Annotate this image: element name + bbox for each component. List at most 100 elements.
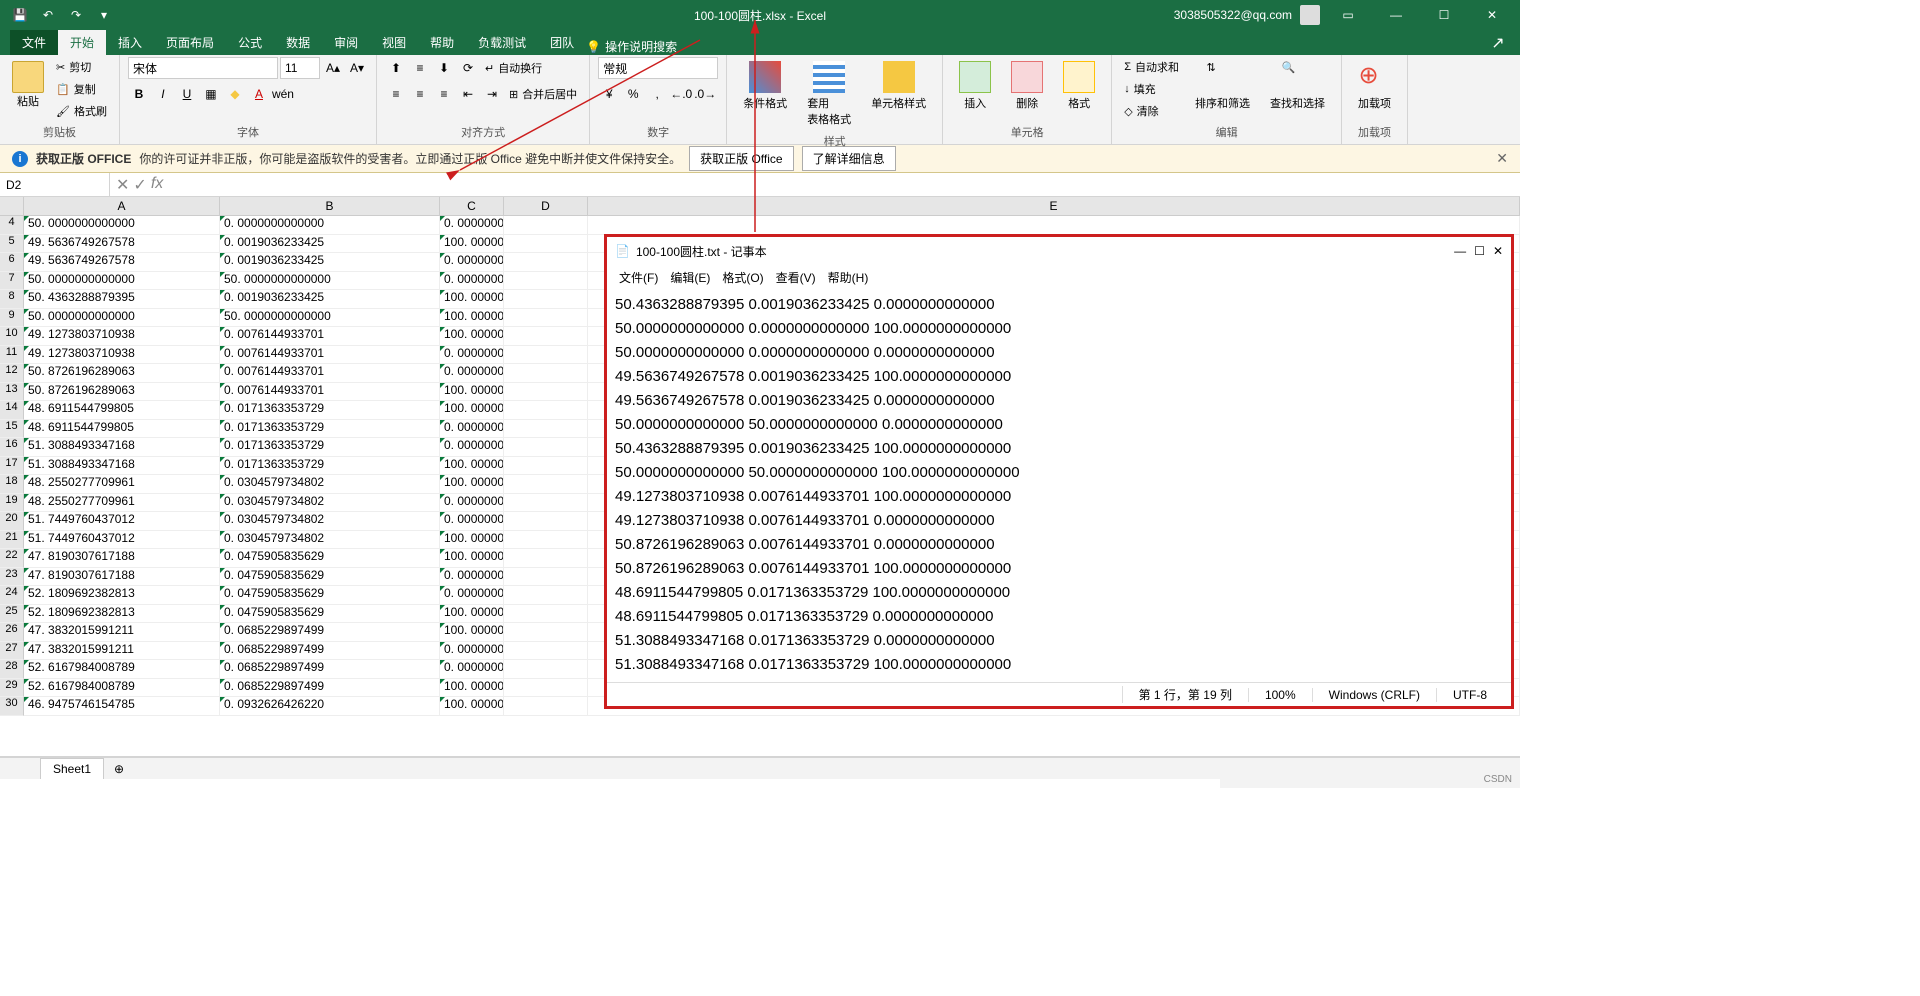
- addin-button[interactable]: ⊕加载项: [1350, 57, 1399, 115]
- sort-filter-button[interactable]: ⇅排序和筛选: [1187, 57, 1258, 115]
- cell[interactable]: [504, 475, 588, 494]
- np-maximize-icon[interactable]: ☐: [1474, 244, 1485, 258]
- clear-button[interactable]: ◇清除: [1120, 101, 1183, 121]
- cell[interactable]: 52. 6167984008789: [24, 660, 220, 679]
- tab-home[interactable]: 开始: [58, 30, 106, 55]
- avatar-icon[interactable]: [1300, 5, 1320, 25]
- notepad-title-bar[interactable]: 📄 100-100圆柱.txt - 记事本 — ☐ ✕: [607, 237, 1511, 265]
- row-header[interactable]: 18: [0, 475, 24, 494]
- tab-view[interactable]: 视图: [370, 30, 418, 55]
- cell[interactable]: [504, 623, 588, 642]
- cell[interactable]: 0. 0000000000000: [440, 253, 504, 272]
- row-header[interactable]: 11: [0, 346, 24, 365]
- cell[interactable]: 51. 7449760437012: [24, 531, 220, 550]
- col-header[interactable]: A: [24, 197, 220, 216]
- decrease-font-icon[interactable]: A▾: [346, 57, 368, 79]
- np-minimize-icon[interactable]: —: [1454, 244, 1466, 258]
- cell[interactable]: 0. 0000000000000: [440, 216, 504, 235]
- cell[interactable]: 50. 0000000000000: [220, 272, 440, 291]
- row-header[interactable]: 19: [0, 494, 24, 513]
- cell[interactable]: [504, 531, 588, 550]
- cell[interactable]: 0. 0000000000000: [440, 364, 504, 383]
- cell[interactable]: 49. 5636749267578: [24, 235, 220, 254]
- cell[interactable]: [504, 253, 588, 272]
- cell[interactable]: 47. 3832015991211: [24, 642, 220, 661]
- cell[interactable]: 51. 7449760437012: [24, 512, 220, 531]
- cell[interactable]: 0. 0000000000000: [440, 642, 504, 661]
- cell[interactable]: 50. 8726196289063: [24, 383, 220, 402]
- cell[interactable]: 0. 0171363353729: [220, 457, 440, 476]
- increase-font-icon[interactable]: A▴: [322, 57, 344, 79]
- row-header[interactable]: 15: [0, 420, 24, 439]
- tell-me-search[interactable]: 💡 操作说明搜索: [586, 38, 677, 55]
- indent-inc-icon[interactable]: ⇥: [481, 83, 503, 105]
- notepad-content[interactable]: 50.4363288879395 0.0019036233425 0.00000…: [607, 289, 1511, 682]
- row-header[interactable]: 27: [0, 642, 24, 661]
- cell[interactable]: [504, 679, 588, 698]
- font-color-button[interactable]: A: [248, 83, 270, 105]
- cell[interactable]: 0. 0304579734802: [220, 531, 440, 550]
- cell[interactable]: [504, 364, 588, 383]
- copy-button[interactable]: 📋复制: [52, 79, 111, 99]
- row-header[interactable]: 14: [0, 401, 24, 420]
- row-header[interactable]: 28: [0, 660, 24, 679]
- find-button[interactable]: 🔍查找和选择: [1262, 57, 1333, 115]
- cell[interactable]: 0. 0475905835629: [220, 605, 440, 624]
- row-header[interactable]: 29: [0, 679, 24, 698]
- cell[interactable]: 47. 8190307617188: [24, 568, 220, 587]
- new-sheet-button[interactable]: ⊕: [104, 762, 134, 776]
- cell[interactable]: 48. 2550277709961: [24, 494, 220, 513]
- cell[interactable]: [504, 420, 588, 439]
- phonetic-button[interactable]: wén: [272, 83, 294, 105]
- sheet-tab-1[interactable]: Sheet1: [40, 758, 104, 779]
- col-header[interactable]: E: [588, 197, 1520, 216]
- row-header[interactable]: 10: [0, 327, 24, 346]
- cancel-formula-icon[interactable]: ✕: [116, 175, 129, 195]
- percent-icon[interactable]: %: [622, 83, 644, 105]
- cell[interactable]: 0. 0000000000000: [440, 586, 504, 605]
- cell[interactable]: [504, 438, 588, 457]
- cell[interactable]: 0. 0000000000000: [440, 346, 504, 365]
- italic-button[interactable]: I: [152, 83, 174, 105]
- qat-dropdown-icon[interactable]: ▾: [92, 3, 116, 27]
- row-header[interactable]: 26: [0, 623, 24, 642]
- align-middle-icon[interactable]: ≡: [409, 57, 431, 79]
- cell[interactable]: 0. 0171363353729: [220, 438, 440, 457]
- delete-cell-button[interactable]: 删除: [1003, 57, 1051, 115]
- cell[interactable]: 0. 0171363353729: [220, 420, 440, 439]
- autosum-button[interactable]: Σ自动求和: [1120, 57, 1183, 77]
- cell[interactable]: [504, 290, 588, 309]
- align-left-icon[interactable]: ≡: [385, 83, 407, 105]
- share-icon[interactable]: ↗: [1486, 31, 1510, 55]
- cell[interactable]: 0. 0019036233425: [220, 290, 440, 309]
- cell[interactable]: 100. 0000000000000: [440, 475, 504, 494]
- cell[interactable]: [504, 697, 588, 716]
- cell[interactable]: [504, 457, 588, 476]
- cell[interactable]: 0. 0019036233425: [220, 253, 440, 272]
- cell[interactable]: 0. 0475905835629: [220, 549, 440, 568]
- save-icon[interactable]: 💾: [8, 3, 32, 27]
- cell[interactable]: 100. 0000000000000: [440, 383, 504, 402]
- row-header[interactable]: 21: [0, 531, 24, 550]
- insert-cell-button[interactable]: 插入: [951, 57, 999, 115]
- np-menu-format[interactable]: 格式(O): [718, 267, 767, 288]
- cell[interactable]: 48. 6911544799805: [24, 420, 220, 439]
- cell[interactable]: [504, 568, 588, 587]
- tab-help[interactable]: 帮助: [418, 30, 466, 55]
- name-box[interactable]: D2: [0, 173, 110, 196]
- fill-button[interactable]: ↓填充: [1120, 79, 1183, 99]
- align-right-icon[interactable]: ≡: [433, 83, 455, 105]
- enter-formula-icon[interactable]: ✓: [133, 175, 146, 195]
- cell[interactable]: 0. 0685229897499: [220, 623, 440, 642]
- row-header[interactable]: 6: [0, 253, 24, 272]
- cell[interactable]: 0. 0000000000000: [440, 494, 504, 513]
- cell[interactable]: 52. 1809692382813: [24, 586, 220, 605]
- np-close-icon[interactable]: ✕: [1493, 244, 1503, 258]
- fill-color-button[interactable]: ◆: [224, 83, 246, 105]
- row-header[interactable]: 17: [0, 457, 24, 476]
- cell[interactable]: 50. 0000000000000: [24, 309, 220, 328]
- minimize-icon[interactable]: —: [1376, 0, 1416, 30]
- undo-icon[interactable]: ↶: [36, 3, 60, 27]
- cell[interactable]: 0. 0000000000000: [440, 438, 504, 457]
- cell[interactable]: 100. 0000000000000: [440, 531, 504, 550]
